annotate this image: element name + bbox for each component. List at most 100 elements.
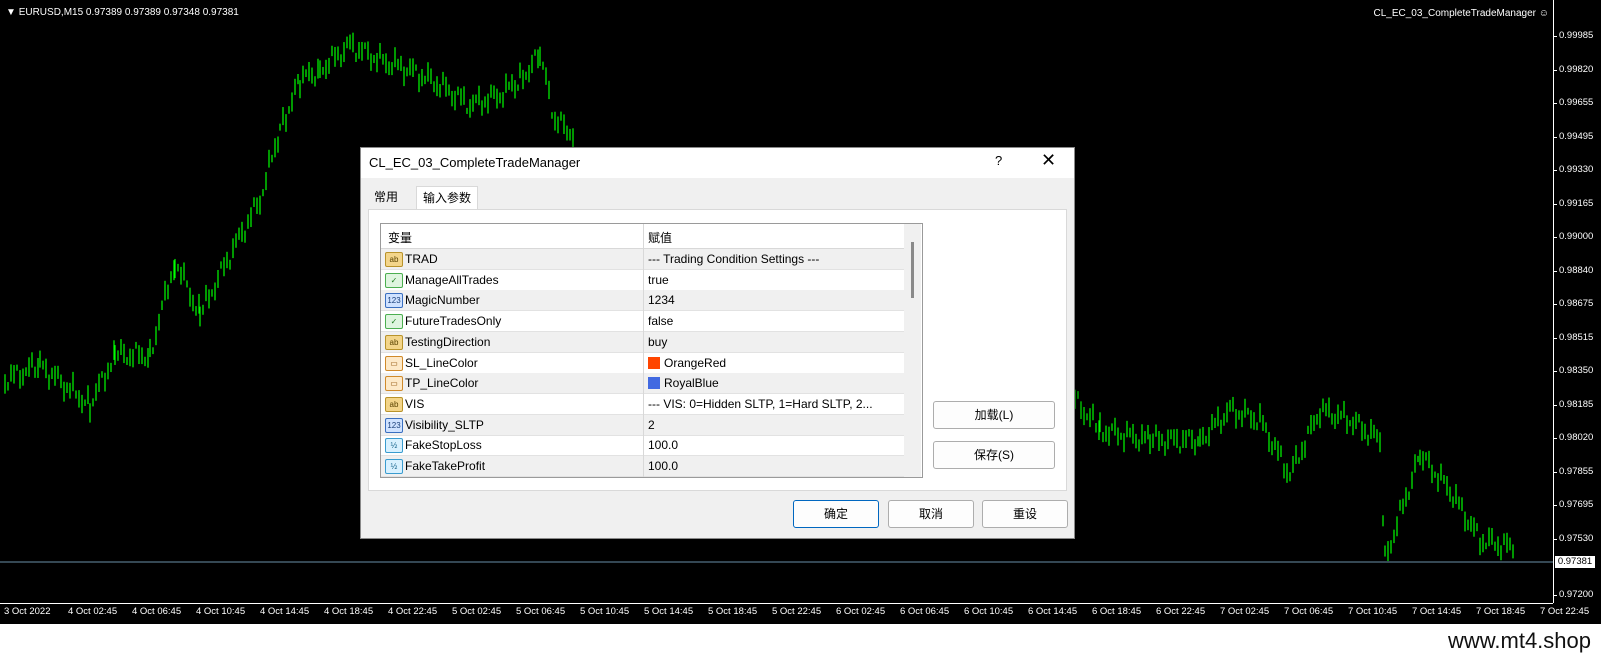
time-tick-label: 4 Oct 22:45 (388, 606, 438, 617)
smiley-icon: ☺ (1538, 8, 1549, 19)
time-axis[interactable] (0, 603, 1553, 604)
parameter-value[interactable]: buy (648, 335, 667, 349)
parameter-value[interactable]: false (648, 314, 673, 328)
price-tick-label: 0.98020 (1559, 432, 1594, 443)
parameter-value[interactable]: 100.0 (648, 438, 678, 452)
parameter-value[interactable]: true (648, 273, 669, 287)
current-price-label: 0.97381 (1555, 556, 1595, 568)
chart-symbol-info: ▼ EURUSD,M15 0.97389 0.97389 0.97348 0.9… (6, 7, 239, 18)
help-button[interactable]: ? (995, 153, 1002, 168)
parameter-value[interactable]: 100.0 (648, 459, 678, 473)
ea-properties-dialog: CL_EC_03_CompleteTradeManager ? ✕ 常用 输入参… (360, 147, 1075, 539)
time-tick-label: 6 Oct 22:45 (1156, 606, 1206, 617)
parameter-name: MagicNumber (405, 293, 480, 308)
time-tick-label: 5 Oct 18:45 (708, 606, 758, 617)
parameter-name: TestingDirection (405, 334, 491, 349)
price-tick (1553, 471, 1557, 473)
time-tick-label: 4 Oct 06:45 (132, 606, 182, 617)
price-tick (1553, 136, 1557, 138)
parameter-name: FutureTradesOnly (405, 314, 502, 329)
price-tick-label: 0.99330 (1559, 164, 1594, 175)
time-tick-label: 6 Oct 18:45 (1092, 606, 1142, 617)
dialog-titlebar[interactable]: CL_EC_03_CompleteTradeManager ? ✕ (361, 148, 1074, 178)
time-tick-label: 7 Oct 02:45 (1220, 606, 1270, 617)
cancel-button[interactable]: 取消 (888, 500, 974, 528)
column-separator[interactable] (643, 224, 644, 477)
time-tick-label: 5 Oct 10:45 (580, 606, 630, 617)
parameter-name: FakeStopLoss (405, 438, 482, 453)
parameter-name: VIS (405, 396, 425, 411)
parameter-value[interactable]: 2 (648, 418, 655, 432)
price-tick (1553, 36, 1557, 37)
price-tick-label: 0.99655 (1559, 97, 1594, 108)
parameter-type-icon: 123 (385, 293, 403, 309)
price-tick-label: 0.98185 (1559, 398, 1594, 410)
parameter-type-icon: ½ (385, 459, 403, 474)
parameter-name: TRAD (405, 252, 438, 266)
price-tick-label: 0.99820 (1559, 63, 1594, 75)
price-tick (1553, 304, 1557, 305)
grid-scrollbar[interactable] (904, 224, 921, 477)
close-button[interactable]: ✕ (1041, 150, 1056, 171)
parameter-value[interactable]: RoyalBlue (664, 376, 719, 390)
price-tick (1553, 69, 1557, 71)
parameter-name: TP_LineColor (405, 376, 479, 391)
parameter-name: Visibility_SLTP (405, 417, 484, 432)
load-button[interactable]: 加载(L) (933, 401, 1055, 429)
price-tick-label: 0.97855 (1559, 465, 1594, 477)
parameter-name: SL_LineColor (405, 355, 478, 370)
price-tick-label: 0.98350 (1559, 365, 1594, 376)
time-tick-label: 4 Oct 02:45 (68, 606, 118, 617)
reset-button[interactable]: 重设 (982, 500, 1068, 528)
time-tick-label: 5 Oct 14:45 (644, 606, 694, 617)
column-header-variable[interactable]: 变量 (388, 229, 412, 246)
price-tick (1553, 337, 1557, 339)
watermark: www.mt4.shop (1447, 628, 1591, 653)
price-tick-label: 0.99000 (1559, 231, 1594, 242)
parameter-type-icon: ½ (385, 438, 403, 454)
price-tick (1553, 103, 1557, 104)
color-swatch (648, 377, 660, 390)
parameter-value[interactable]: --- VIS: 0=Hidden SLTP, 1=Hard SLTP, 2..… (648, 397, 873, 411)
column-header-value[interactable]: 赋值 (648, 229, 672, 246)
parameter-type-icon: ab (385, 396, 403, 412)
expert-advisor-label[interactable]: CL_EC_03_CompleteTradeManager ☺ (1374, 8, 1550, 19)
parameter-type-icon: ▭ (385, 355, 403, 371)
price-tick-label: 0.99495 (1559, 130, 1594, 142)
tab-common[interactable]: 常用 (368, 186, 404, 208)
time-tick-label: 4 Oct 14:45 (260, 606, 310, 617)
parameter-type-icon: ab (385, 252, 403, 267)
price-tick (1553, 538, 1557, 540)
time-tick-label: 4 Oct 18:45 (324, 606, 374, 617)
time-tick-label: 6 Oct 14:45 (1028, 606, 1078, 617)
parameter-type-icon: ▭ (385, 376, 403, 392)
parameter-value[interactable]: 1234 (648, 293, 675, 307)
ok-button[interactable]: 确定 (793, 500, 879, 528)
ea-name-text: CL_EC_03_CompleteTradeManager (1373, 8, 1537, 19)
price-tick (1553, 505, 1557, 506)
price-tick (1553, 170, 1557, 171)
time-tick-label: 7 Oct 18:45 (1476, 606, 1526, 617)
parameter-type-icon: ab (385, 334, 403, 350)
price-tick-label: 0.98840 (1559, 264, 1594, 276)
scrollbar-thumb[interactable] (911, 242, 914, 298)
parameter-name: ManageAllTrades (405, 272, 499, 287)
price-tick-label: 0.98515 (1559, 331, 1594, 343)
price-tick-label: 0.97200 (1559, 589, 1594, 600)
time-tick-label: 5 Oct 02:45 (452, 606, 502, 617)
parameter-value[interactable]: OrangeRed (664, 356, 726, 370)
price-tick-label: 0.99985 (1559, 30, 1594, 41)
time-tick-label: 5 Oct 06:45 (516, 606, 566, 617)
chart-menu-triangle-icon[interactable]: ▼ (6, 7, 16, 18)
tab-inputs[interactable]: 输入参数 (416, 186, 479, 209)
time-tick-label: 6 Oct 02:45 (836, 606, 886, 617)
parameter-type-icon: ✓ (385, 272, 403, 288)
color-swatch (648, 356, 660, 369)
parameter-name: FakeTakeProfit (405, 459, 486, 473)
save-button[interactable]: 保存(S) (933, 441, 1055, 469)
price-tick-label: 0.97530 (1559, 532, 1594, 544)
parameter-value[interactable]: --- Trading Condition Settings --- (648, 252, 819, 266)
time-tick-label: 6 Oct 10:45 (964, 606, 1014, 617)
time-tick-label: 6 Oct 06:45 (900, 606, 950, 617)
time-tick-label: 4 Oct 10:45 (196, 606, 246, 617)
